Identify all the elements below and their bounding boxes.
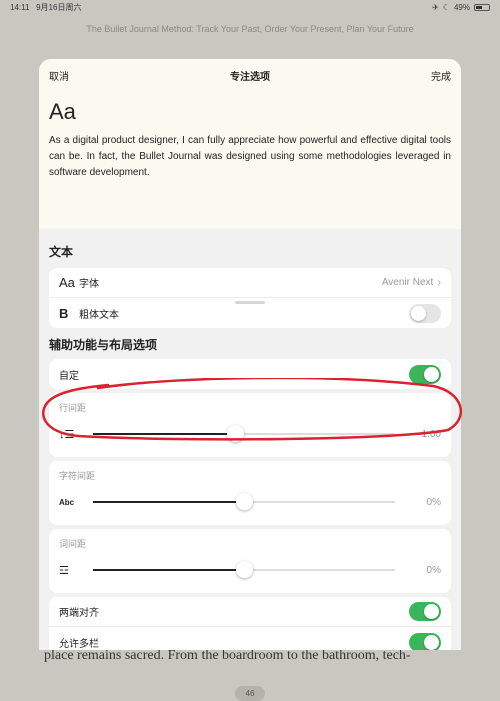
cancel-button[interactable]: 取消 [49, 68, 69, 83]
character-spacing-icon: Abc [59, 497, 75, 507]
text-section-title: 文本 [49, 245, 74, 259]
status-right: ✈ ☾ 49% [432, 3, 490, 12]
layout-toggles-group: 两端对齐 允许多栏 [49, 597, 451, 650]
line-spacing-slider-thumb[interactable] [226, 425, 244, 442]
preview-heading: Aa [49, 99, 76, 124]
custom-group: 自定 [49, 359, 451, 389]
book-text-line: place remains sacred. From the boardroom… [44, 648, 411, 663]
bold-text-toggle[interactable] [409, 303, 441, 323]
character-spacing-slider[interactable] [93, 493, 395, 510]
chevron-right-icon: › [437, 276, 441, 289]
airplane-icon: ✈ [432, 2, 439, 12]
layout-section-title: 辅助功能与布局选项 [49, 338, 158, 352]
page-number: 46 [235, 686, 265, 701]
character-spacing-slider-thumb[interactable] [236, 493, 253, 510]
word-spacing-slider-thumb[interactable] [236, 561, 253, 578]
word-spacing-slider[interactable] [93, 561, 395, 578]
status-time-date: 14:11 9月16日周六 [10, 2, 432, 13]
done-button[interactable]: 完成 [431, 68, 451, 83]
custom-toggle[interactable] [409, 364, 441, 384]
justify-row: 两端对齐 [49, 597, 451, 627]
justify-label: 两端对齐 [59, 608, 99, 619]
status-bar: 14:11 9月16日周六 ✈ ☾ 49% [0, 0, 500, 14]
drag-handle[interactable] [39, 291, 461, 309]
word-spacing-icon: ☲ [59, 564, 69, 577]
line-spacing-block: 行间距 ↕☰ 1.60 [49, 393, 451, 457]
character-spacing-value: 0% [426, 496, 441, 508]
book-title: The Bullet Journal Method: Track Your Pa… [86, 24, 414, 34]
custom-row: 自定 [49, 359, 451, 389]
character-spacing-block: 字符间距 Abc 0% [49, 461, 451, 525]
font-label: 字体 [79, 279, 99, 290]
custom-label: 自定 [59, 370, 79, 382]
sheet-title: 专注选项 [230, 71, 270, 83]
word-spacing-label: 词间距 [59, 539, 87, 549]
text-preview: 取消 专注选项 完成 Aa As a digital product desig… [39, 59, 461, 229]
battery-percent: 49% [453, 2, 470, 12]
focus-options-sheet: 取消 专注选项 完成 Aa As a digital product desig… [39, 59, 461, 650]
line-spacing-slider[interactable] [93, 425, 395, 442]
font-icon: Aa [59, 275, 75, 290]
battery-icon [474, 3, 490, 11]
columns-label: 允许多栏 [59, 638, 99, 650]
status-time: 14:11 [10, 2, 30, 12]
character-spacing-label: 字符间距 [59, 471, 96, 481]
preview-sample-text: As a digital product designer, I can ful… [49, 135, 451, 178]
moon-icon: ☾ [442, 2, 450, 12]
line-spacing-label: 行间距 [59, 403, 87, 413]
status-date: 9月16日周六 [36, 2, 82, 12]
font-value: Avenir Next [381, 277, 434, 288]
columns-row: 允许多栏 [49, 627, 451, 650]
columns-toggle[interactable] [409, 632, 441, 650]
line-spacing-value: 1.60 [421, 428, 441, 440]
line-spacing-icon: ↕☰ [59, 428, 75, 441]
nav-bar: 取消 专注选项 完成 [39, 59, 461, 91]
justify-toggle[interactable] [409, 602, 441, 621]
word-spacing-value: 0% [426, 564, 441, 576]
word-spacing-block: 词间距 ☲ 0% [49, 529, 451, 593]
